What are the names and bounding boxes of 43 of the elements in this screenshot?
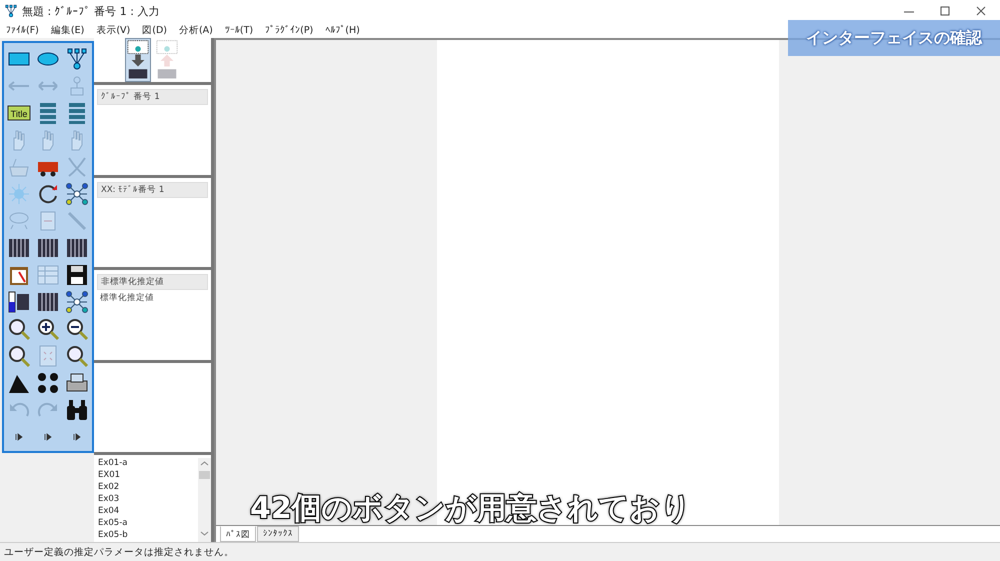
file-item[interactable]: Ex05-a xyxy=(98,518,198,530)
list-item[interactable]: XX: ﾓﾃﾞﾙ番号 1 xyxy=(97,182,208,198)
file-item[interactable]: Ex05-b xyxy=(98,530,198,542)
file-item[interactable]: Ex01-a xyxy=(98,458,198,470)
file-item[interactable]: Ex02 xyxy=(98,482,198,494)
menu-item[interactable]: 分析(A) xyxy=(178,24,213,36)
section-badge: インターフェイスの確認 xyxy=(788,20,1000,56)
menu-item[interactable]: ﾂｰﾙ(T) xyxy=(224,24,254,36)
file-item[interactable]: EX01 xyxy=(98,470,198,482)
app-logo-icon xyxy=(4,4,18,18)
zoom-in-icon[interactable] xyxy=(36,316,60,340)
tab[interactable]: ｼﾝﾀｯｸｽ xyxy=(257,526,299,542)
printer-icon[interactable] xyxy=(65,370,90,394)
network-icon[interactable] xyxy=(65,290,90,314)
tab[interactable]: ﾊﾟｽ図 xyxy=(220,526,256,542)
search-icon[interactable] xyxy=(6,344,31,368)
expand-icon[interactable] xyxy=(73,432,82,440)
window-title: 無題 : ｸﾞﾙｰﾌﾟ 番号 1 : 入力 xyxy=(22,4,160,18)
file-item[interactable]: Ex03 xyxy=(98,494,198,506)
expand-icon[interactable] xyxy=(14,432,23,440)
zoom-out-icon[interactable] xyxy=(65,316,90,340)
list-item[interactable]: 非標準化推定値 xyxy=(97,274,208,290)
list-item[interactable]: ｸﾞﾙｰﾌﾟ 番号 1 xyxy=(97,89,208,105)
meter-icon[interactable] xyxy=(6,290,31,314)
menu-item[interactable]: ﾌﾟﾗｸﾞｲﾝ(P) xyxy=(265,24,314,36)
indicator-tree-icon[interactable] xyxy=(65,46,90,70)
input-view-button[interactable] xyxy=(125,38,151,82)
close-icon[interactable] xyxy=(974,4,988,18)
expand-icon[interactable] xyxy=(44,432,52,440)
menu-item[interactable]: 図(D) xyxy=(142,24,167,36)
floppy-icon[interactable] xyxy=(65,262,90,286)
menu-item[interactable]: 編集(E) xyxy=(50,24,84,36)
search-icon[interactable] xyxy=(65,344,90,368)
binoculars-icon[interactable] xyxy=(65,398,90,422)
search-icon[interactable] xyxy=(6,316,31,340)
list-item[interactable]: 標準化推定値 xyxy=(97,291,208,305)
scrollbar[interactable] xyxy=(198,458,211,542)
menu-item[interactable]: ﾍﾙﾌﾟ(H) xyxy=(325,24,360,36)
menu-item[interactable]: ﾌｧｲﾙ(F) xyxy=(6,24,39,36)
network-icon[interactable] xyxy=(65,182,90,206)
file-item[interactable]: Ex04 xyxy=(98,506,198,518)
menu-item[interactable]: 表示(V) xyxy=(96,24,130,36)
maximize-icon[interactable] xyxy=(938,4,952,18)
